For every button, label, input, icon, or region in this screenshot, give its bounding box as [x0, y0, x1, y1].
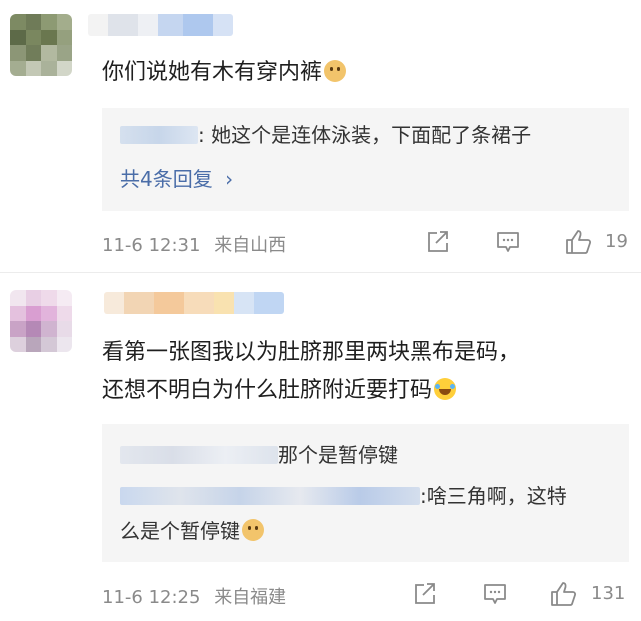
chevron-right-icon: ›: [225, 167, 234, 191]
like-count: 131: [591, 583, 626, 604]
like-count: 19: [605, 231, 628, 252]
comment-meta: 11-6 12:25 来自福建: [102, 583, 286, 609]
comment-text-line2: 还想不明白为什么肚脐附近要打码: [102, 378, 433, 403]
thumbs-up-icon[interactable]: [565, 229, 592, 254]
reply-box[interactable]: 那个是暂停键 :啥三角啊，这特 么是个暂停键: [102, 424, 629, 562]
comment-time: 11-6 12:31: [102, 235, 201, 256]
reply-text: 那个是暂停键: [278, 443, 398, 467]
comment-text-line1: 看第一张图我以为肚脐那里两块黑布是码，: [102, 340, 521, 365]
comment-location: 来自山西: [214, 235, 287, 256]
comment-icon[interactable]: [482, 582, 508, 606]
comment-location: 来自福建: [214, 587, 287, 608]
reply-text-line1: :啥三角啊，这特: [420, 484, 567, 508]
comment-text: 你们说她有木有穿内裤: [102, 60, 323, 85]
comment-content: 看第一张图我以为肚脐那里两块黑布是码， 还想不明白为什么肚脐附近要打码: [102, 334, 520, 410]
share-icon[interactable]: [425, 230, 451, 254]
avatar[interactable]: [10, 14, 72, 76]
comment-time: 11-6 12:25: [102, 587, 201, 608]
comment-icon[interactable]: [495, 230, 521, 254]
doge-emoji-icon: [242, 519, 264, 541]
reply-item[interactable]: 那个是暂停键: [120, 438, 398, 472]
reply-username-blurred[interactable]: [120, 446, 278, 464]
laughing-tears-emoji-icon: [434, 378, 457, 400]
username-blurred[interactable]: [88, 14, 233, 36]
more-replies-label: 共4条回复: [120, 167, 213, 191]
reply-text-line2: 么是个暂停键: [120, 519, 240, 543]
username-blurred[interactable]: [104, 292, 284, 314]
share-icon[interactable]: [412, 582, 438, 606]
avatar[interactable]: [10, 290, 72, 352]
thumbs-up-icon[interactable]: [550, 581, 577, 606]
reply-username-blurred[interactable]: [120, 487, 420, 505]
more-replies-link[interactable]: 共4条回复 ›: [120, 163, 233, 192]
comment-meta: 11-6 12:31 来自山西: [102, 231, 286, 257]
divider: [0, 272, 641, 273]
reply-text: : 她这个是连体泳装，下面配了条裙子: [198, 123, 532, 147]
reply-item[interactable]: :啥三角啊，这特: [120, 479, 567, 513]
reply-item-continued: 么是个暂停键: [120, 514, 264, 548]
reply-box[interactable]: : 她这个是连体泳装，下面配了条裙子 共4条回复 ›: [102, 108, 629, 211]
reply-username-blurred[interactable]: [120, 126, 198, 144]
reply-item[interactable]: : 她这个是连体泳装，下面配了条裙子: [120, 118, 531, 152]
doge-emoji-icon: [324, 60, 347, 82]
comment-content: 你们说她有木有穿内裤: [102, 54, 347, 92]
